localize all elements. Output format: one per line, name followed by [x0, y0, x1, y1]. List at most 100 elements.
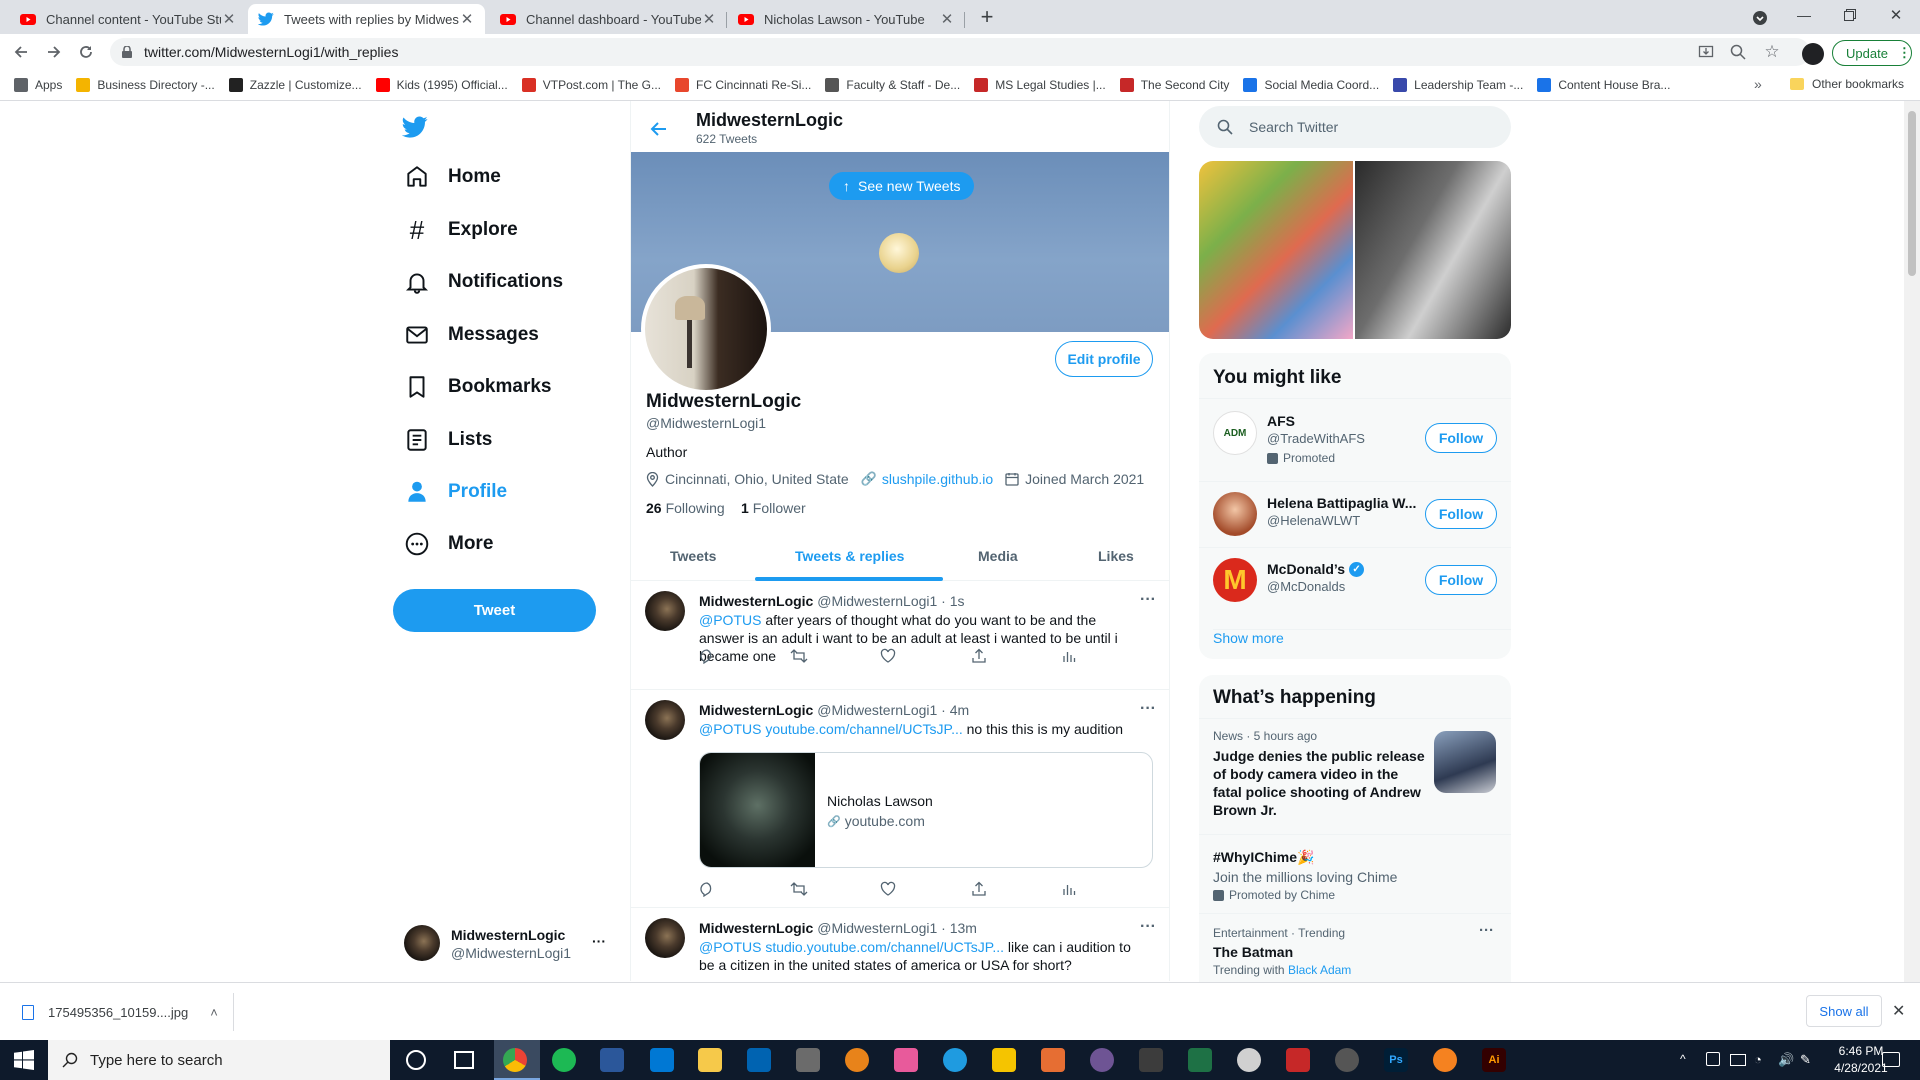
back-icon[interactable]	[10, 41, 32, 63]
notifications-icon[interactable]	[1882, 1052, 1900, 1067]
app-icon[interactable]	[1041, 1048, 1065, 1072]
app-icon[interactable]	[894, 1048, 918, 1072]
bookmark-item[interactable]: FC Cincinnati Re-Si...	[675, 78, 811, 92]
mention-link[interactable]: @POTUS	[699, 721, 761, 737]
install-icon[interactable]	[1696, 42, 1716, 62]
mention-link[interactable]: @POTUS	[699, 612, 761, 628]
trend-news[interactable]: News · 5 hours ago Judge denies the publ…	[1199, 718, 1511, 834]
more-bookmarks-icon[interactable]: »	[1754, 76, 1762, 92]
app-icon[interactable]	[1335, 1048, 1359, 1072]
suggestion-helena[interactable]: Helena Battipaglia W... @HelenaWLWT Foll…	[1199, 481, 1511, 547]
tab-youtube-studio-content[interactable]: Channel content - YouTube Studi ✕	[10, 4, 247, 34]
tab-youtube-studio-dashboard[interactable]: Channel dashboard - YouTube St ✕	[490, 4, 727, 34]
app-icon[interactable]	[1433, 1048, 1457, 1072]
share-icon[interactable]	[971, 648, 989, 666]
like-icon[interactable]	[880, 648, 898, 666]
follow-button[interactable]: Follow	[1425, 423, 1497, 453]
retweet-icon[interactable]	[790, 648, 808, 666]
bookmark-item[interactable]: The Second City	[1119, 78, 1229, 92]
scrollbar[interactable]	[1904, 101, 1920, 982]
share-icon[interactable]	[971, 881, 989, 899]
reply-icon[interactable]	[699, 648, 717, 666]
edge-icon[interactable]	[943, 1048, 967, 1072]
volume-icon[interactable]: 🔊	[1778, 1052, 1794, 1068]
nav-notifications[interactable]: Notifications	[404, 269, 563, 295]
tweet[interactable]: MidwesternLogic @MidwesternLogi1 · 4m ··…	[631, 690, 1169, 908]
app-icon[interactable]	[845, 1048, 869, 1072]
media-preview[interactable]	[1199, 161, 1511, 339]
bookmark-item[interactable]: Kids (1995) Official...	[375, 78, 508, 92]
url-link[interactable]: youtube.com/channel/UCTsJP...	[761, 721, 962, 737]
tab-twitter[interactable]: Tweets with replies by Midweste ✕	[248, 4, 485, 34]
nav-more[interactable]: More	[404, 531, 493, 557]
close-icon[interactable]: ✕	[1892, 1001, 1905, 1021]
nav-messages[interactable]: Messages	[404, 322, 539, 348]
back-arrow-icon[interactable]	[647, 117, 671, 141]
more-dots-icon[interactable]: ···	[592, 933, 606, 949]
search-input[interactable]: Search Twitter	[1199, 106, 1511, 148]
more-dots-icon[interactable]: ···	[1140, 918, 1156, 936]
account-switcher[interactable]: MidwesternLogic @MidwesternLogi1 ···	[404, 923, 606, 967]
twitter-logo-icon[interactable]	[402, 114, 428, 140]
store-icon[interactable]	[747, 1048, 771, 1072]
sticky-notes-icon[interactable]	[992, 1048, 1016, 1072]
tweet[interactable]: MidwesternLogic @MidwesternLogi1 · 1s ··…	[631, 581, 1169, 690]
windows-start-icon[interactable]	[14, 1050, 34, 1070]
bookmark-item[interactable]: Social Media Coord...	[1243, 78, 1379, 92]
restore-icon[interactable]	[1840, 5, 1860, 25]
close-icon[interactable]: ✕	[701, 10, 717, 28]
nav-explore[interactable]: # Explore	[404, 215, 518, 245]
analytics-icon[interactable]	[1061, 881, 1079, 899]
see-new-tweets-button[interactable]: ↑ See new Tweets	[829, 172, 975, 200]
trend-promo[interactable]: #WhyIChime🎉 Join the millions loving Chi…	[1199, 834, 1511, 913]
profile-avatar[interactable]	[641, 264, 771, 394]
link-card[interactable]: Nicholas Lawson 🔗 youtube.com	[699, 752, 1153, 868]
followers-link[interactable]: 1 Follower	[741, 500, 806, 516]
other-bookmarks[interactable]: Other bookmarks	[1790, 77, 1904, 91]
more-dots-icon[interactable]: ···	[1479, 922, 1494, 939]
photoshop-icon[interactable]: Ps	[1384, 1048, 1408, 1072]
nav-bookmarks[interactable]: Bookmarks	[404, 374, 552, 400]
close-icon[interactable]: ✕	[221, 10, 237, 28]
bookmark-item[interactable]: MS Legal Studies |...	[974, 78, 1106, 92]
bookmark-item[interactable]: Zazzle | Customize...	[228, 78, 362, 92]
meet-now-icon[interactable]	[1706, 1052, 1720, 1066]
avatar[interactable]	[1802, 43, 1824, 65]
follow-button[interactable]: Follow	[1425, 499, 1497, 529]
battery-icon[interactable]	[1730, 1054, 1746, 1066]
calendar-app-icon[interactable]	[650, 1048, 674, 1072]
download-item[interactable]: 175495356_10159....jpg ˄	[14, 993, 234, 1031]
profile-website-link[interactable]: slushpile.github.io	[882, 471, 993, 487]
trend-link[interactable]: Black Adam	[1288, 963, 1351, 977]
taskbar-search-input[interactable]: Type here to search	[48, 1040, 390, 1080]
tab-youtube-channel[interactable]: Nicholas Lawson - YouTube ✕	[728, 4, 965, 34]
chrome-icon[interactable]	[503, 1048, 527, 1072]
close-icon[interactable]: ✕	[939, 10, 955, 28]
show-more-link[interactable]: Show more	[1213, 629, 1511, 646]
bookmark-item[interactable]: Content House Bra...	[1537, 78, 1670, 92]
tab-search-icon[interactable]	[1750, 8, 1770, 28]
bookmark-item[interactable]: Leadership Team -...	[1393, 78, 1523, 92]
app-icon[interactable]	[1139, 1048, 1163, 1072]
minimize-icon[interactable]: —	[1794, 5, 1814, 25]
close-icon[interactable]: ✕	[459, 10, 475, 28]
tab-tweets-replies[interactable]: Tweets & replies	[795, 548, 904, 564]
edit-profile-button[interactable]: Edit profile	[1055, 341, 1153, 377]
app-icon[interactable]	[1188, 1048, 1212, 1072]
trend-item[interactable]: Entertainment · Trending ··· The Batman …	[1199, 913, 1511, 982]
tab-media[interactable]: Media	[978, 548, 1018, 564]
forward-icon[interactable]	[43, 41, 65, 63]
word-icon[interactable]	[600, 1048, 624, 1072]
more-dots-icon[interactable]: ···	[1140, 700, 1156, 718]
url-link[interactable]: studio.youtube.com/channel/UCTsJP...	[761, 939, 1004, 955]
chevron-up-icon[interactable]: ˄	[210, 1005, 218, 1020]
bookmark-item[interactable]: Apps	[14, 78, 62, 92]
task-view-icon[interactable]	[454, 1051, 474, 1069]
following-link[interactable]: 26 Following	[646, 500, 725, 516]
bookmark-item[interactable]: Faculty & Staff - De...	[825, 78, 960, 92]
zoom-icon[interactable]	[1728, 42, 1748, 62]
show-all-button[interactable]: Show all	[1806, 995, 1882, 1027]
illustrator-icon[interactable]: Ai	[1482, 1048, 1506, 1072]
tweet[interactable]: MidwesternLogic @MidwesternLogi1 · 13m ·…	[631, 908, 1169, 981]
bookmark-item[interactable]: VTPost.com | The G...	[521, 78, 661, 92]
